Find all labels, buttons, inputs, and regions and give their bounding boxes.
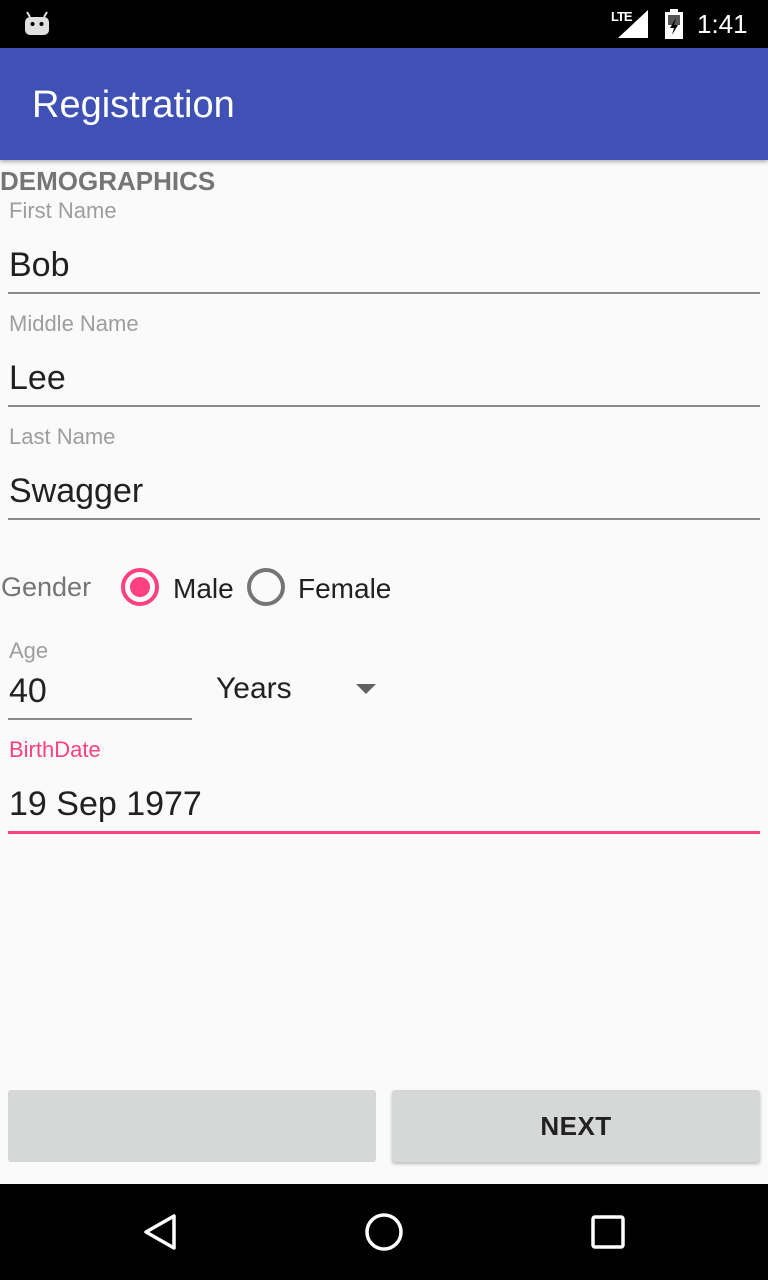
last-name-underline bbox=[8, 518, 760, 520]
status-bar: LTE 1:41 bbox=[0, 0, 768, 48]
battery-icon bbox=[665, 9, 683, 39]
gender-male-label[interactable]: Male bbox=[173, 573, 234, 605]
age-input[interactable]: 40 bbox=[9, 672, 47, 711]
android-notification-icon bbox=[25, 11, 49, 35]
dropdown-arrow-icon bbox=[356, 684, 376, 694]
last-name-input[interactable]: Swagger bbox=[9, 472, 143, 511]
middle-name-input[interactable]: Lee bbox=[9, 359, 66, 398]
first-name-input[interactable]: Bob bbox=[9, 246, 70, 285]
first-name-underline bbox=[8, 292, 760, 294]
birthdate-underline bbox=[8, 831, 760, 834]
birthdate-label: BirthDate bbox=[9, 737, 101, 762]
signal-icon bbox=[618, 10, 648, 38]
gender-female-label[interactable]: Female bbox=[298, 573, 391, 605]
radio-unselected-icon[interactable] bbox=[246, 567, 286, 607]
age-unit-dropdown[interactable]: Years bbox=[216, 672, 380, 712]
age-label: Age bbox=[9, 638, 49, 663]
gender-label: Gender bbox=[1, 572, 92, 602]
birthdate-input[interactable]: 19 Sep 1977 bbox=[9, 785, 202, 824]
radio-selected-icon[interactable] bbox=[120, 567, 160, 607]
age-underline bbox=[8, 718, 192, 720]
back-icon[interactable] bbox=[140, 1212, 180, 1252]
status-clock: 1:41 bbox=[697, 9, 748, 39]
next-button[interactable]: NEXT bbox=[392, 1090, 760, 1162]
middle-name-underline bbox=[8, 405, 760, 407]
middle-name-label: Middle Name bbox=[9, 311, 139, 336]
last-name-label: Last Name bbox=[9, 424, 116, 449]
age-unit-selected: Years bbox=[216, 672, 292, 705]
app-bar: Registration bbox=[0, 48, 768, 160]
page-title: Registration bbox=[32, 84, 235, 126]
first-name-label: First Name bbox=[9, 198, 117, 223]
previous-button[interactable] bbox=[8, 1090, 376, 1162]
home-icon[interactable] bbox=[364, 1212, 404, 1252]
section-title: DEMOGRAPHICS bbox=[0, 166, 216, 196]
recents-icon[interactable] bbox=[588, 1212, 628, 1252]
system-nav-bar bbox=[0, 1184, 768, 1280]
